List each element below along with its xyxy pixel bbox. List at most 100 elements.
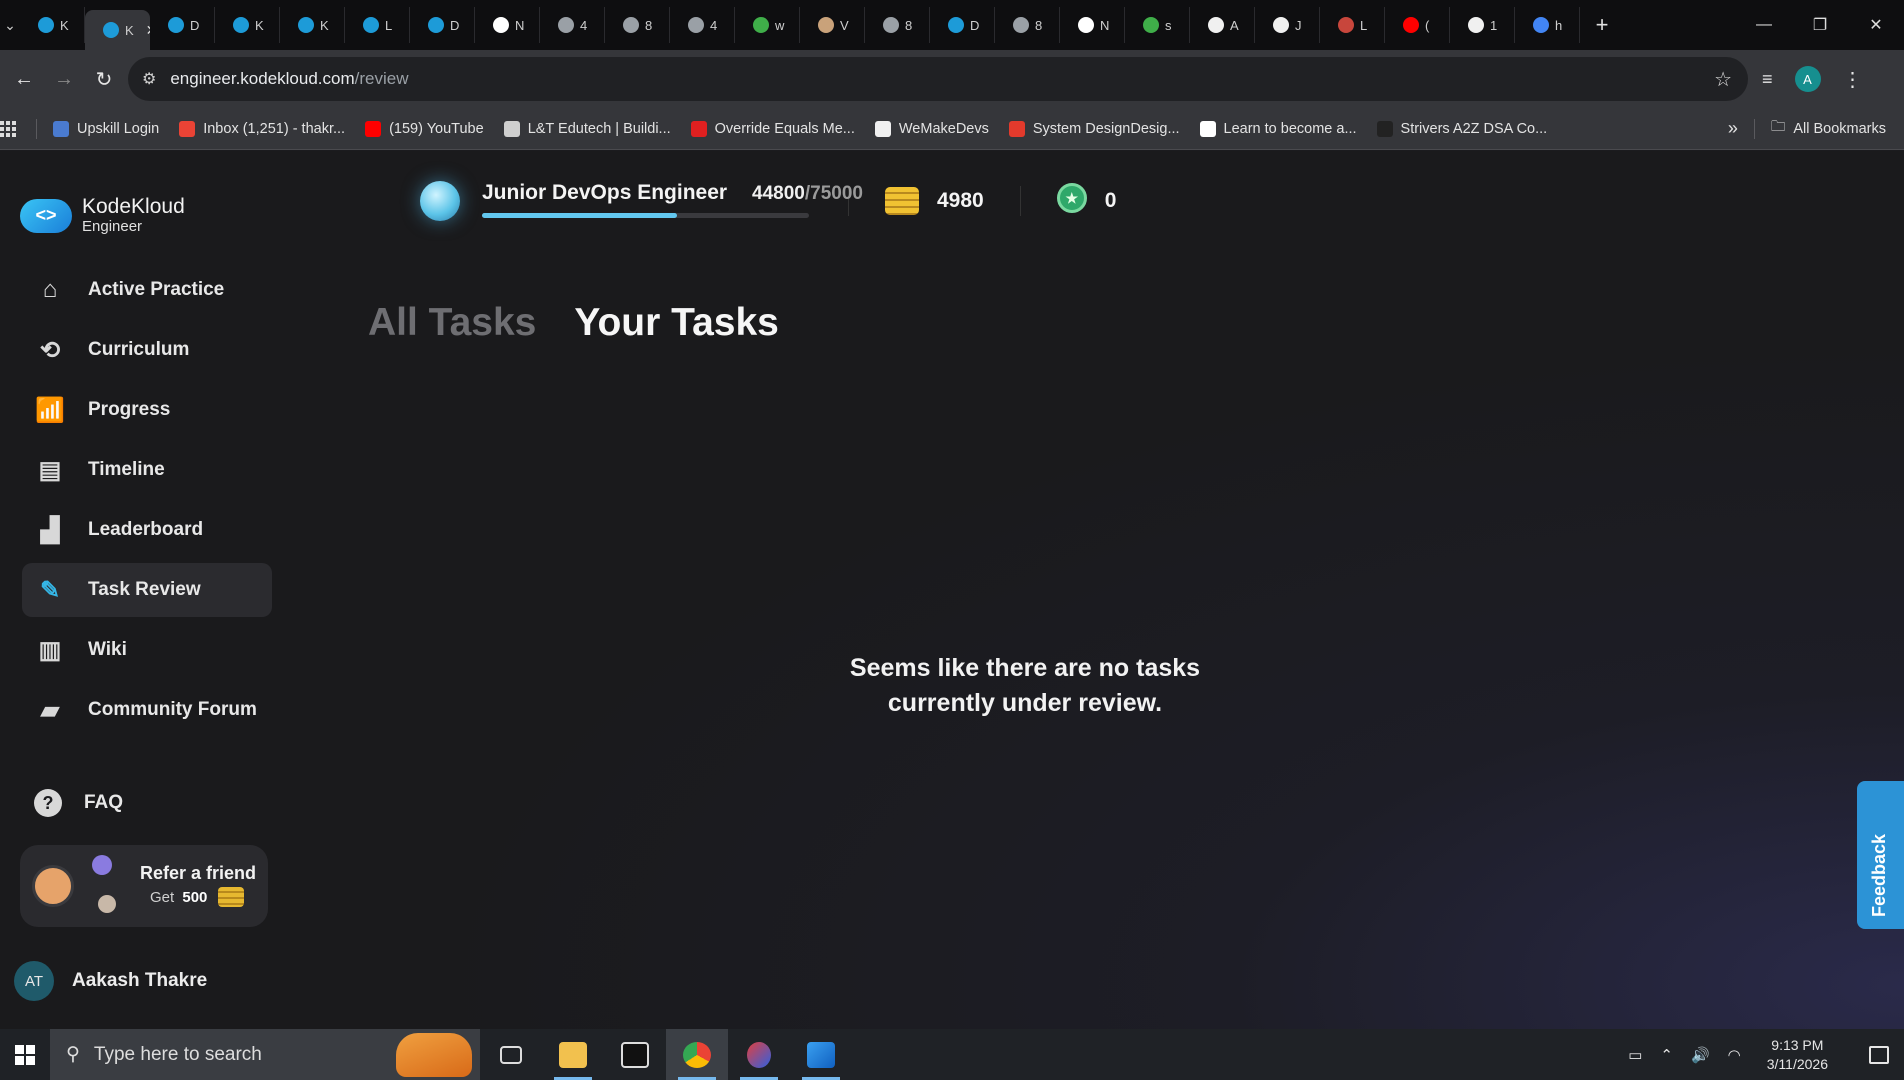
faq-label: FAQ bbox=[84, 792, 124, 813]
file-explorer-icon[interactable] bbox=[542, 1029, 604, 1080]
chevron-up-icon[interactable]: ⌃ bbox=[1660, 1046, 1673, 1064]
bookmark-item[interactable]: Override Equals Me... bbox=[690, 120, 855, 137]
browser-tab[interactable]: D bbox=[150, 7, 215, 43]
browser-tab[interactable]: w bbox=[735, 7, 800, 43]
notification-icon[interactable] bbox=[1854, 1029, 1904, 1080]
tab-title: ( bbox=[1425, 17, 1430, 33]
bookmark-label: Learn to become a... bbox=[1223, 120, 1357, 137]
tab-title: 1 bbox=[1490, 17, 1498, 33]
tab-favicon-icon bbox=[428, 17, 444, 33]
snipping-tool-icon[interactable] bbox=[728, 1029, 790, 1080]
sidebar-item-curriculum[interactable]: ⟲ Curriculum bbox=[22, 323, 272, 377]
refer-friend-card[interactable]: Refer a friend Get 500 bbox=[20, 845, 268, 927]
empty-state-message: Seems like there are no tasks currently … bbox=[849, 654, 1201, 717]
bookmark-item[interactable]: Learn to become a... bbox=[1199, 120, 1357, 137]
bookmark-favicon-icon bbox=[503, 120, 520, 137]
bookmark-star-icon[interactable]: ☆ bbox=[1714, 67, 1732, 92]
terminal-icon[interactable] bbox=[604, 1029, 666, 1080]
browser-tab[interactable]: 4 bbox=[670, 7, 735, 43]
restore-button[interactable]: ❐ bbox=[1792, 0, 1848, 50]
browser-tab[interactable]: K✕ bbox=[85, 10, 150, 50]
profile-avatar[interactable]: A bbox=[1794, 66, 1821, 92]
forward-button[interactable]: → bbox=[44, 59, 84, 99]
browser-tab[interactable]: N bbox=[1060, 7, 1125, 43]
tab-title: D bbox=[450, 17, 460, 33]
windows-start-icon[interactable] bbox=[0, 1029, 50, 1080]
task-view-icon[interactable] bbox=[480, 1029, 542, 1080]
news-icon[interactable]: ▭ bbox=[1628, 1046, 1642, 1064]
sidebar-item-community-forum[interactable]: ▰ Community Forum bbox=[22, 683, 272, 737]
rank-progress[interactable]: Junior DevOps Engineer 44800/75000 bbox=[482, 181, 863, 218]
bookmarks-bar: Upskill Login Inbox (1,251) - thakr... (15… bbox=[0, 108, 1904, 150]
all-bookmarks-button[interactable]: 🗀 All Bookmarks bbox=[1771, 116, 1886, 141]
browser-tab[interactable]: A bbox=[1190, 7, 1255, 43]
back-button[interactable]: ← bbox=[4, 59, 44, 99]
browser-tab[interactable]: h bbox=[1515, 7, 1580, 43]
sidebar-item-label: Progress bbox=[88, 399, 171, 420]
bookmark-item[interactable]: WeMakeDevs bbox=[874, 120, 989, 137]
browser-tab[interactable]: 8 bbox=[605, 7, 670, 43]
bookmark-item[interactable]: System DesignDesig... bbox=[1008, 120, 1180, 137]
new-tab-button[interactable]: + bbox=[1584, 7, 1620, 43]
browser-tab[interactable]: N bbox=[475, 7, 540, 43]
volume-icon[interactable]: 🔊 bbox=[1691, 1046, 1710, 1064]
sidebar-item-progress[interactable]: 📶 Progress bbox=[22, 383, 272, 437]
badges-stat[interactable]: ★ 0 bbox=[1056, 183, 1116, 219]
browser-tab[interactable]: D bbox=[930, 7, 995, 43]
tab-favicon-icon bbox=[753, 17, 769, 33]
coins-value: 4980 bbox=[937, 189, 984, 212]
bookmark-item[interactable]: (159) YouTube bbox=[365, 120, 484, 137]
browser-menu-icon[interactable]: ⋮ bbox=[1843, 67, 1863, 92]
tab-your-tasks[interactable]: Your Tasks bbox=[574, 301, 778, 345]
media-control-icon[interactable]: ≡ bbox=[1762, 69, 1773, 90]
reload-button[interactable]: ↻ bbox=[84, 59, 124, 99]
apps-grid-icon[interactable] bbox=[0, 120, 16, 137]
bookmark-item[interactable]: Inbox (1,251) - thakr... bbox=[179, 120, 345, 137]
sidebar-item-timeline[interactable]: ▤ Timeline bbox=[22, 443, 272, 497]
feedback-label: Feedback bbox=[1869, 833, 1889, 917]
browser-tab[interactable]: V bbox=[800, 7, 865, 43]
close-window-button[interactable]: ✕ bbox=[1848, 0, 1904, 50]
bookmark-item[interactable]: L&T Edutech | Buildi... bbox=[503, 120, 671, 137]
minimize-button[interactable]: — bbox=[1736, 0, 1792, 50]
tab-search-chevron-icon[interactable]: ⌄ bbox=[0, 0, 20, 50]
sidebar-item-task-review[interactable]: ✎ Task Review bbox=[22, 563, 272, 617]
task-tabs: All Tasks Your Tasks bbox=[368, 301, 779, 345]
bookmark-item[interactable]: Strivers A2Z DSA Co... bbox=[1376, 120, 1547, 137]
sidebar-item-leaderboard[interactable]: ▟ Leaderboard bbox=[22, 503, 272, 557]
bookmark-item[interactable]: Upskill Login bbox=[53, 120, 159, 137]
faq-link[interactable]: ? FAQ bbox=[34, 789, 123, 817]
taskbar-search-box[interactable]: ⚲ Type here to search bbox=[50, 1029, 480, 1080]
more-bookmarks-icon[interactable]: » bbox=[1728, 118, 1738, 139]
browser-tab[interactable]: D bbox=[410, 7, 475, 43]
book-icon: ▥ bbox=[38, 636, 62, 664]
sidebar-item-active-practice[interactable]: ⌂ Active Practice bbox=[22, 263, 272, 317]
tab-title: J bbox=[1295, 17, 1302, 33]
browser-tab[interactable]: 4 bbox=[540, 7, 605, 43]
sidebar-item-wiki[interactable]: ▥ Wiki bbox=[22, 623, 272, 677]
address-bar[interactable]: ⚙ engineer.kodekloud.com/review ☆ bbox=[128, 57, 1748, 101]
chrome-icon[interactable] bbox=[666, 1029, 728, 1080]
browser-tab[interactable]: s bbox=[1125, 7, 1190, 43]
tab-all-tasks[interactable]: All Tasks bbox=[368, 301, 536, 345]
clock[interactable]: 9:13 PM 3/11/2026 bbox=[1767, 1036, 1828, 1074]
wifi-icon[interactable]: ◠ bbox=[1728, 1046, 1741, 1064]
small-avatar bbox=[92, 855, 112, 875]
kodekloud-logo[interactable]: <> KodeKloud Engineer bbox=[20, 196, 185, 235]
site-settings-icon[interactable]: ⚙ bbox=[142, 69, 156, 89]
feedback-button[interactable]: Feedback bbox=[1857, 781, 1904, 929]
browser-tab[interactable]: 8 bbox=[865, 7, 930, 43]
browser-tab[interactable]: 1 bbox=[1450, 7, 1515, 43]
browser-tab[interactable]: K bbox=[215, 7, 280, 43]
coins-stat[interactable]: 4980 bbox=[885, 187, 984, 215]
browser-tab[interactable]: L bbox=[345, 7, 410, 43]
browser-tab[interactable]: J bbox=[1255, 7, 1320, 43]
browser-tab[interactable]: 8 bbox=[995, 7, 1060, 43]
browser-tab[interactable]: K bbox=[20, 7, 85, 43]
browser-tab[interactable]: ( bbox=[1385, 7, 1450, 43]
bookmarks-divider bbox=[36, 118, 37, 139]
browser-tab[interactable]: L bbox=[1320, 7, 1385, 43]
photos-icon[interactable] bbox=[790, 1029, 852, 1080]
browser-tab[interactable]: K bbox=[280, 7, 345, 43]
user-profile[interactable]: AT Aakash Thakre bbox=[14, 961, 207, 1001]
